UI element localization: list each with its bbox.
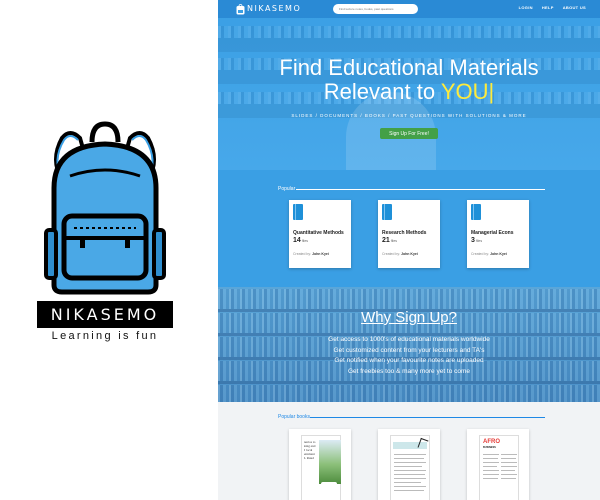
hero-subtitle: SLIDES / DOCUMENTS / BOOKS / PAST QUESTI… [291, 113, 527, 118]
why-sign-up-section: Why Sign Up? Get access to 1000's of edu… [218, 287, 600, 402]
text-line [501, 478, 516, 479]
text-line [394, 470, 426, 471]
hero-title-prefix: Relevant to [323, 79, 441, 104]
search-input[interactable] [333, 4, 418, 14]
course-card[interactable]: Managerial Econs 3files Created by: John… [467, 200, 529, 268]
book-cover-title: nertos to king and I local ernment L Ruu… [304, 440, 316, 460]
benefit-item: Get access to 1000's of educational mate… [328, 336, 490, 343]
book-card[interactable] [378, 429, 440, 500]
bookshelf-row [218, 289, 600, 309]
bookshelf-row [218, 385, 600, 402]
text-line [394, 490, 424, 491]
why-sign-up-title[interactable]: Why Sign Up? [218, 309, 600, 326]
text-line [394, 458, 424, 459]
hero-bookshelf-row [218, 26, 600, 38]
hero-title: Find Educational Materials Relevant to Y… [218, 56, 600, 104]
navbar: NIKASEMO LOGIN HELP ABOUT US [218, 0, 600, 18]
text-line [394, 478, 426, 479]
text-line [394, 482, 421, 483]
benefit-item: Get freebies too & many more yet to come [347, 367, 471, 375]
popular-books-section: Popular books nertos to king and I local… [218, 402, 600, 500]
text-line [501, 474, 517, 475]
card-title: Research Methods [382, 230, 427, 236]
text-line [483, 470, 499, 471]
nav-logo-text[interactable]: NIKASEMO [247, 4, 301, 13]
text-line [483, 462, 499, 463]
card-author: Created by: John Kyei [471, 252, 507, 256]
book-cover-logo: AFRO [483, 439, 500, 445]
text-line [483, 478, 498, 479]
book-card[interactable]: AFRO BUSINESS [467, 429, 529, 500]
card-file-count: 3files [471, 237, 483, 244]
popular-divider [296, 189, 545, 190]
popular-books-title: Popular books [278, 414, 310, 420]
sign-up-button[interactable]: Sign Up For Free! [380, 128, 438, 139]
nav-login-link[interactable]: LOGIN [519, 5, 533, 10]
text-line [501, 462, 517, 463]
book-cover-illustration [319, 440, 341, 484]
text-line [394, 462, 426, 463]
popular-section: Popular Quantitative Methods 14files Cre… [218, 170, 600, 287]
card-file-count: 14files [293, 237, 309, 244]
backpack-icon[interactable] [236, 4, 245, 15]
book-cover: AFRO BUSINESS [479, 435, 519, 500]
popular-title: Popular [278, 186, 296, 192]
book-cover [390, 435, 430, 500]
card-author: Created by: John Kyei [293, 252, 329, 256]
text-line [501, 470, 515, 471]
hero-section: NIKASEMO LOGIN HELP ABOUT US Find Educat… [218, 0, 600, 170]
backpack-logo-icon [44, 121, 166, 295]
nav-links: LOGIN HELP ABOUT US [519, 5, 586, 10]
benefit-item: Get notified when your favourite notes a… [334, 357, 484, 364]
text-line [394, 466, 422, 467]
hero-title-line1: Find Educational Materials [279, 55, 539, 80]
card-author: Created by: John Kyei [382, 252, 418, 256]
text-line [501, 454, 517, 455]
card-title: Managerial Econs [471, 230, 514, 236]
book-cover: nertos to king and I local ernment L Ruu… [301, 435, 341, 500]
text-line [394, 454, 426, 455]
text-line [483, 454, 499, 455]
course-card[interactable]: Research Methods 21files Created by: Joh… [378, 200, 440, 268]
course-card[interactable]: Quantitative Methods 14files Created by:… [289, 200, 351, 268]
text-line [501, 458, 516, 459]
brand-panel: NIKASEMO Learning is fun [0, 0, 218, 500]
notebook-icon [293, 204, 303, 220]
hero-title-highlight: YOU| [440, 79, 495, 104]
text-line [483, 474, 499, 475]
notebook-icon [471, 204, 481, 220]
book-cover-car-graphic [321, 482, 337, 487]
screenshot-stage: NIKASEMO Learning is fun NIKASEMO Find l… [0, 0, 600, 500]
brand-name: NIKASEMO [37, 301, 173, 328]
notebook-icon [382, 204, 392, 220]
text-line [394, 474, 425, 475]
hero-shelf [218, 38, 600, 52]
shelf [218, 381, 600, 384]
book-card[interactable]: nertos to king and I local ernment L Ruu… [289, 429, 351, 500]
card-file-count: 21files [382, 237, 398, 244]
text-line [394, 486, 426, 487]
nav-help-link[interactable]: HELP [542, 5, 554, 10]
hero-title-line2: Relevant to YOU| [218, 80, 600, 104]
text-line [501, 466, 517, 467]
website-preview: NIKASEMO LOGIN HELP ABOUT US Find Educat… [218, 0, 600, 500]
book-cover-logo-subtitle: BUSINESS [483, 446, 496, 449]
nav-about-link[interactable]: ABOUT US [563, 5, 586, 10]
benefit-item: Get customized content from your lecture… [333, 346, 485, 354]
text-line [483, 458, 498, 459]
popular-books-divider [310, 417, 545, 418]
text-line [483, 466, 497, 467]
card-title: Quantitative Methods [293, 230, 344, 236]
why-sign-up-list: Get access to 1000's of educational mate… [218, 335, 600, 377]
brand-tagline: Learning is fun [51, 330, 159, 342]
